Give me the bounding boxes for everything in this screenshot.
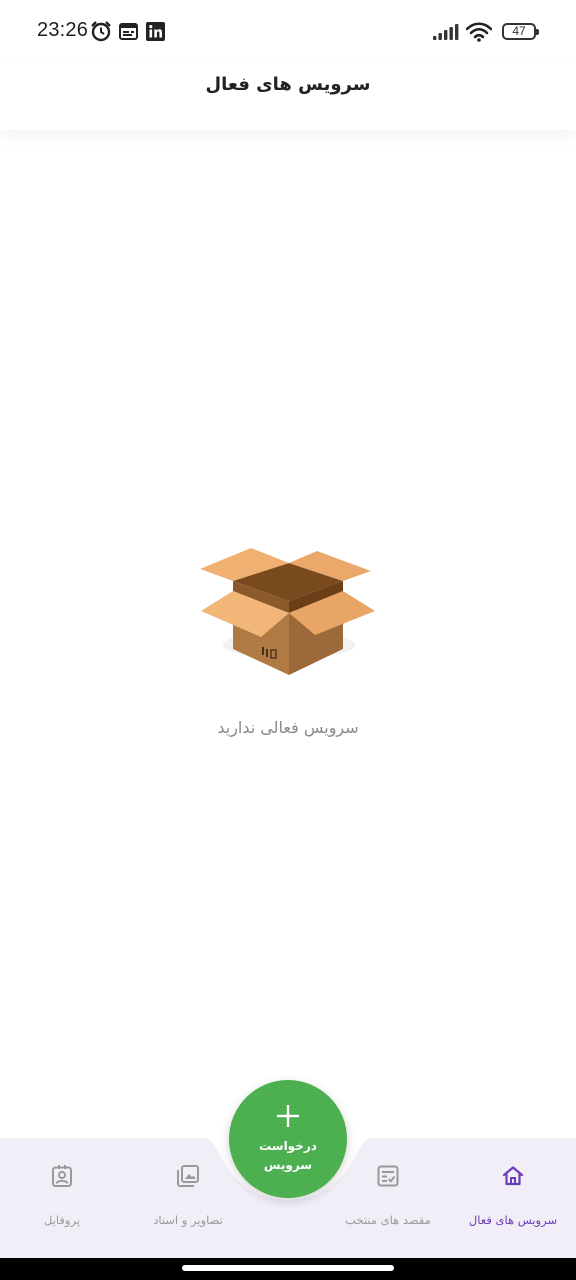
- notification-icon: [119, 23, 138, 40]
- nav-item-active-services[interactable]: سرویس های فعال: [443, 1138, 576, 1248]
- linkedin-icon: [146, 22, 165, 41]
- nav-item-profile[interactable]: پروفایل: [0, 1138, 132, 1248]
- app-header: سرویس های فعال: [0, 64, 576, 130]
- request-service-label-line2: سرویس: [263, 1158, 313, 1172]
- request-service-label: درخواست سرویس: [229, 1137, 347, 1175]
- battery-level: 47: [512, 24, 526, 38]
- request-service-button[interactable]: درخواست سرویس: [229, 1080, 347, 1198]
- status-time: 23:26: [37, 19, 89, 41]
- home-icon: [502, 1166, 524, 1186]
- screen: 23:26 47 سرویس های فعال سرویس فعالی ندار…: [0, 0, 576, 1280]
- checklist-icon: [377, 1165, 399, 1187]
- gallery-icon: [177, 1165, 199, 1187]
- nav-label-images-documents: تصاویر و اسناد: [153, 1213, 223, 1227]
- nav-label-active-services: سرویس های فعال: [468, 1213, 558, 1227]
- battery-icon: 47: [502, 23, 539, 40]
- wifi-icon: [466, 22, 492, 42]
- open-box-icon: [200, 548, 375, 675]
- nav-label-profile: پروفایل: [43, 1213, 80, 1227]
- home-indicator[interactable]: [182, 1265, 394, 1271]
- empty-state-message: سرویس فعالی ندارید: [217, 718, 359, 737]
- status-bar: 23:26 47: [0, 0, 576, 64]
- nav-label-favorite-destinations: مقصد های منتخب: [345, 1213, 431, 1227]
- page-title: سرویس های فعال: [205, 74, 371, 95]
- profile-icon: [52, 1165, 72, 1187]
- request-service-label-line1: درخواست: [259, 1139, 317, 1153]
- signal-icon: [433, 24, 459, 40]
- alarm-icon: [91, 21, 111, 42]
- plus-icon: [277, 1105, 299, 1127]
